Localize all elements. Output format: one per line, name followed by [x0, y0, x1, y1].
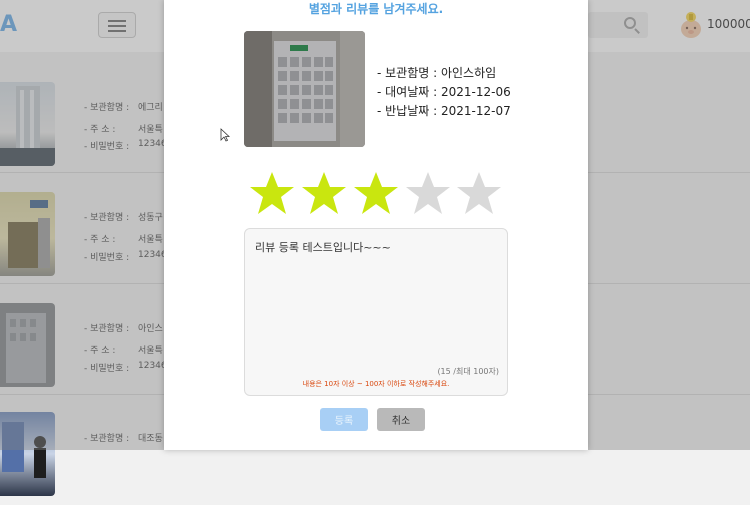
review-modal: 별점과 리뷰를 남겨주세요. - 보관함명 : 아인스하임 - 대여날짜 : 2…	[164, 0, 588, 450]
submit-button[interactable]: 등록	[320, 408, 368, 431]
review-textarea[interactable]: 리뷰 등록 테스트입니다~~~ (15 /최대 100자) 내용은 10자 이상…	[244, 228, 508, 396]
modal-title: 별점과 리뷰를 남겨주세요.	[308, 2, 444, 16]
mouse-cursor-icon	[220, 128, 230, 142]
star-4-icon[interactable]	[404, 170, 452, 218]
return-date-line: - 반납날짜 : 2021-12-07	[377, 104, 511, 118]
star-5-icon[interactable]	[455, 170, 503, 218]
cancel-button[interactable]: 취소	[377, 408, 425, 431]
rental-date-line: - 대여날짜 : 2021-12-06	[377, 85, 511, 99]
star-3-icon[interactable]	[352, 170, 400, 218]
star-2-icon[interactable]	[300, 170, 348, 218]
star-1-icon[interactable]	[248, 170, 296, 218]
character-counter: (15 /최대 100자)	[437, 367, 499, 376]
length-hint: 내용은 10자 이상 ~ 100자 이하로 작성해주세요.	[302, 380, 450, 388]
locker-photo	[244, 31, 365, 147]
storage-name-line: - 보관함명 : 아인스하임	[377, 66, 497, 80]
storage-photo	[244, 31, 365, 147]
review-text[interactable]: 리뷰 등록 테스트입니다~~~	[255, 239, 391, 255]
